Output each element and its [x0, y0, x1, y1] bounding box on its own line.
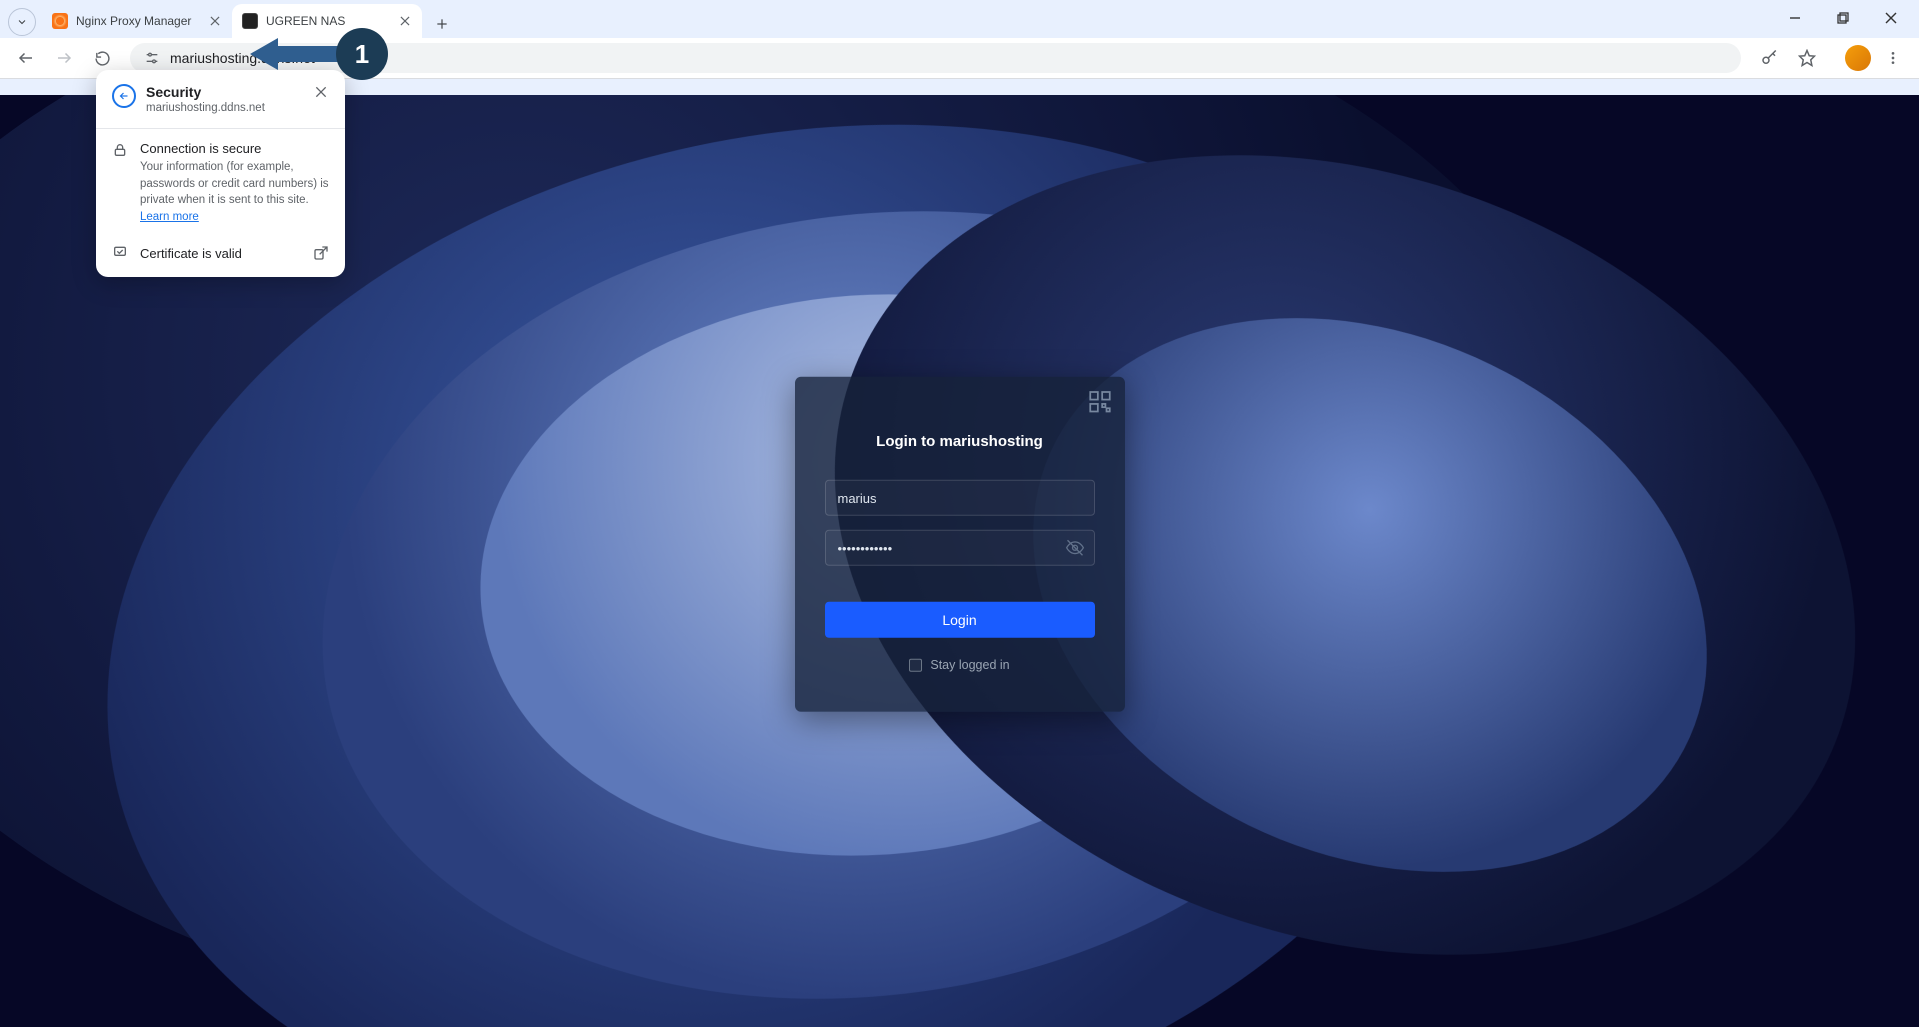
tab-nginx-proxy-manager[interactable]: Nginx Proxy Manager [42, 4, 232, 38]
certificate-icon [112, 244, 128, 263]
password-input[interactable] [825, 530, 1095, 566]
chevron-down-icon [16, 16, 28, 28]
login-title: Login to mariushosting [825, 433, 1095, 450]
connection-status-heading: Connection is secure [140, 141, 329, 156]
plus-icon [435, 17, 449, 31]
minimize-button[interactable] [1781, 4, 1809, 32]
arrow-right-icon [55, 49, 73, 67]
qr-login-button[interactable] [1087, 389, 1113, 415]
toggle-password-visibility[interactable] [1065, 538, 1085, 558]
lock-icon [112, 142, 130, 161]
kebab-icon [1885, 50, 1901, 66]
certificate-row[interactable]: Certificate is valid [112, 244, 329, 263]
password-manager-button[interactable] [1753, 42, 1785, 74]
certificate-label: Certificate is valid [140, 246, 301, 261]
minimize-icon [1789, 12, 1801, 24]
close-window-button[interactable] [1877, 4, 1905, 32]
new-tab-button[interactable] [428, 10, 456, 38]
open-certificate-button[interactable] [313, 245, 329, 261]
divider [96, 128, 345, 129]
login-panel: Login to mariushosting Login Stay logged… [795, 377, 1125, 712]
login-button[interactable]: Login [825, 602, 1095, 638]
chrome-menu-button[interactable] [1877, 42, 1909, 74]
favicon-icon [242, 13, 258, 29]
learn-more-link[interactable]: Learn more [140, 211, 199, 223]
stay-logged-in-label: Stay logged in [930, 658, 1009, 672]
favicon-icon [52, 13, 68, 29]
close-icon [1885, 12, 1897, 24]
close-icon[interactable] [398, 14, 412, 28]
eye-off-icon [1065, 538, 1085, 558]
close-icon [313, 84, 329, 100]
profile-avatar[interactable] [1845, 45, 1871, 71]
forward-button[interactable] [48, 42, 80, 74]
arrow-left-icon [250, 36, 340, 72]
tune-icon [144, 50, 160, 66]
reload-icon [94, 50, 111, 67]
maximize-button[interactable] [1829, 4, 1857, 32]
callout-number-badge: 1 [336, 28, 388, 80]
bookmark-button[interactable] [1791, 42, 1823, 74]
popover-close-button[interactable] [313, 84, 329, 103]
qr-icon [1087, 389, 1113, 415]
popover-domain: mariushosting.ddns.net [146, 102, 303, 114]
site-info-button[interactable] [142, 48, 162, 68]
window-controls [1781, 0, 1919, 36]
close-icon[interactable] [208, 14, 222, 28]
back-button[interactable] [10, 42, 42, 74]
site-security-popover: Security mariushosting.ddns.net Connecti… [96, 70, 345, 277]
stay-logged-in-checkbox[interactable] [909, 658, 922, 671]
annotation-callout: 1 [250, 28, 388, 80]
star-icon [1798, 49, 1816, 67]
tab-title: Nginx Proxy Manager [76, 14, 200, 28]
maximize-icon [1837, 12, 1849, 24]
open-external-icon [313, 245, 329, 261]
username-input[interactable] [825, 480, 1095, 516]
key-icon [1760, 49, 1778, 67]
arrow-left-icon [118, 90, 130, 102]
tab-title: UGREEN NAS [266, 14, 390, 28]
popover-title: Security [146, 84, 303, 100]
popover-back-button[interactable] [112, 84, 136, 108]
arrow-left-icon [17, 49, 35, 67]
tabs-search-button[interactable] [8, 8, 36, 36]
connection-status-description: Your information (for example, passwords… [140, 161, 329, 206]
